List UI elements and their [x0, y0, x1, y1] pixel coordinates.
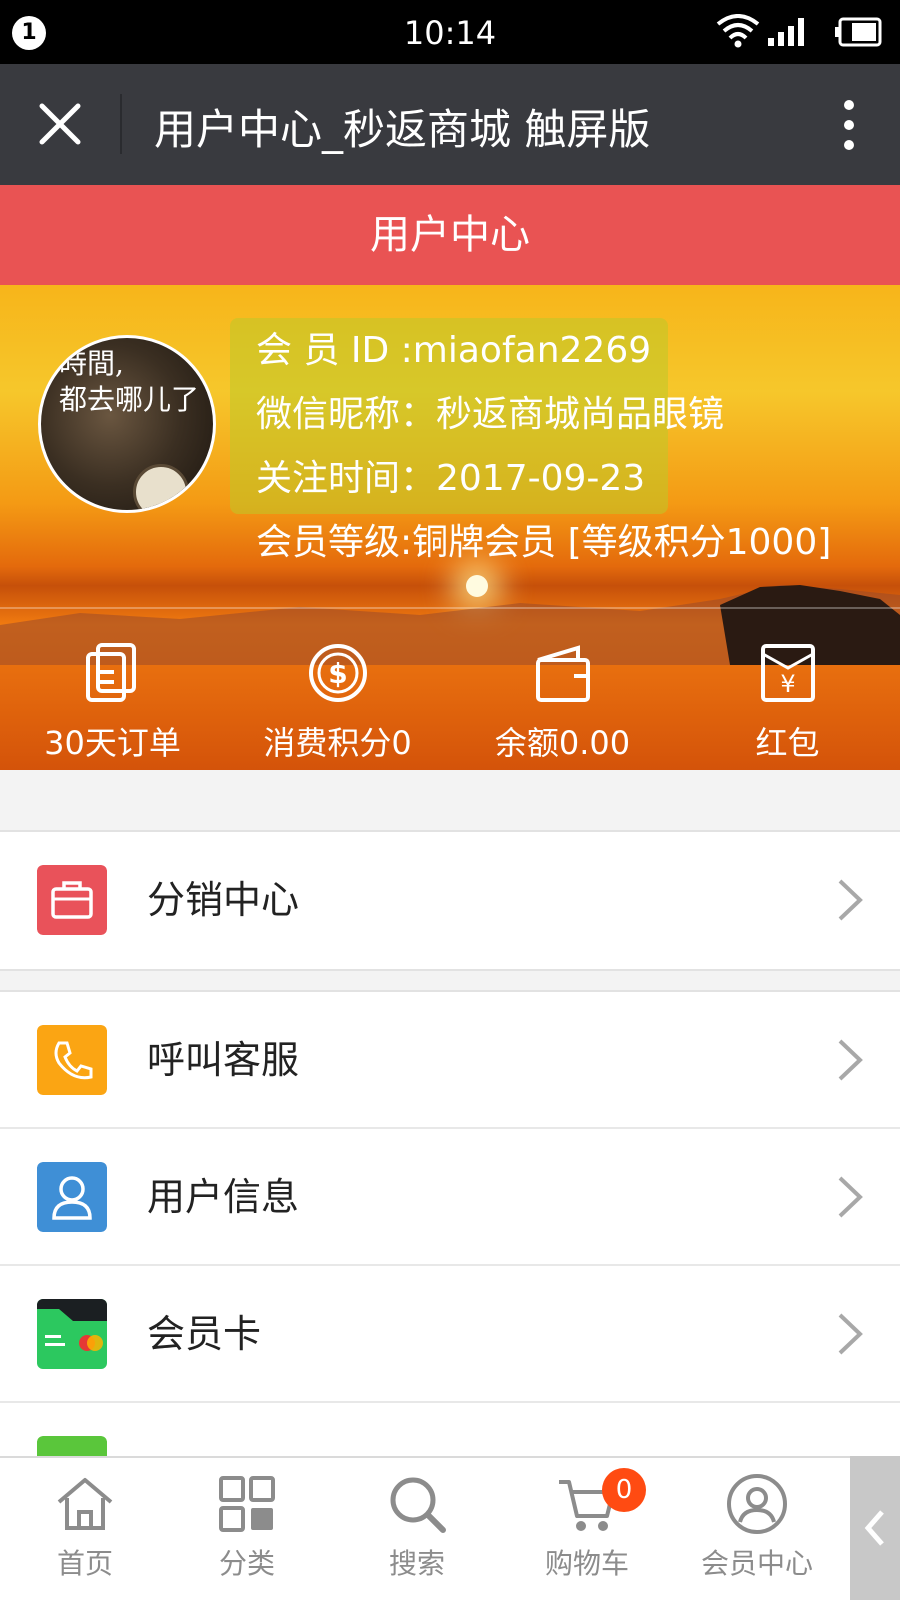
chevron-right-icon [838, 1039, 863, 1081]
stat-balance[interactable]: 余额0.00 [450, 620, 675, 770]
menu-group-distribution: 分销中心 [0, 830, 900, 971]
bottom-tab-bar: 首页 分类 搜索 0 购物车 会员中心 [0, 1456, 900, 1600]
wechat-nickname: 微信昵称：秒返商城尚品眼镜 [256, 394, 725, 435]
profile-banner: 時間, 都去哪儿了 会 员 ID :miaofan2269 微信昵称：秒返商城尚… [0, 285, 900, 770]
wallet-icon [535, 645, 590, 702]
status-bar: 1 10:14 [0, 0, 900, 64]
title-divider [120, 94, 122, 154]
menu-item-label: 会员卡 [147, 1312, 262, 1356]
chevron-left-icon [864, 1510, 884, 1546]
orders-icon [85, 643, 136, 702]
tab-home[interactable]: 首页 [0, 1458, 170, 1600]
chevron-right-icon [838, 879, 863, 921]
member-id: 会 员 ID :miaofan2269 [256, 330, 652, 371]
menu-item-member-card[interactable]: 会员卡 [0, 1266, 900, 1403]
menu-item-distribution-center[interactable]: 分销中心 [0, 832, 900, 969]
wifi-icon [716, 14, 760, 48]
avatar-caption: 時間, 都去哪儿了 [59, 347, 200, 416]
cart-count-badge: 0 [602, 1468, 646, 1512]
browser-title: 用户中心_秒返商城 触屏版 [154, 105, 651, 154]
horizon-line [0, 607, 900, 609]
coin-icon: $ [308, 644, 367, 702]
status-time: 10:14 [403, 14, 497, 52]
home-icon [57, 1478, 113, 1530]
stat-points[interactable]: $ 消费积分0 [225, 620, 450, 770]
browser-title-bar: 用户中心_秒返商城 触屏版 [0, 64, 900, 185]
more-options-icon[interactable] [842, 100, 856, 150]
stat-red-packet[interactable]: ¥ 红包 [675, 620, 900, 770]
follow-time: 关注时间：2017-09-23 [256, 458, 646, 499]
member-level: 会员等级:铜牌会员 [等级积分1000] [256, 522, 832, 563]
page-title: 用户中心 [0, 185, 900, 285]
chevron-right-icon [838, 1313, 863, 1355]
briefcase-icon [37, 865, 107, 935]
member-card-icon [37, 1299, 107, 1369]
menu-item-label: 分销中心 [147, 878, 300, 922]
signal-icon [768, 18, 804, 46]
svg-text:$: $ [328, 657, 347, 690]
clock-icon [133, 464, 189, 510]
red-packet-icon: ¥ [760, 644, 815, 702]
menu-item-customer-service[interactable]: 呼叫客服 [0, 992, 900, 1129]
tab-search[interactable]: 搜索 [332, 1458, 502, 1600]
menu-item-label: 呼叫客服 [147, 1038, 300, 1082]
member-center-icon [727, 1474, 787, 1534]
tab-category[interactable]: 分类 [162, 1458, 332, 1600]
stats-row: 30天订单 $ 消费积分0 余额0.00 ¥ 红包 [0, 620, 900, 770]
user-icon [37, 1162, 107, 1232]
tab-member-center[interactable]: 会员中心 [672, 1458, 842, 1600]
battery-icon [835, 17, 882, 47]
svg-text:¥: ¥ [780, 670, 795, 698]
close-icon[interactable] [34, 98, 86, 150]
category-icon [219, 1476, 275, 1532]
chevron-right-icon [838, 1176, 863, 1218]
avatar[interactable]: 時間, 都去哪儿了 [38, 335, 216, 513]
phone-icon [37, 1025, 107, 1095]
tab-cart[interactable]: 0 购物车 [502, 1458, 672, 1600]
stat-orders[interactable]: 30天订单 [0, 620, 225, 770]
menu-item-label: 用户信息 [147, 1175, 300, 1219]
side-panel-toggle[interactable] [850, 1456, 900, 1600]
menu-item-user-info[interactable]: 用户信息 [0, 1129, 900, 1266]
search-icon [390, 1477, 446, 1533]
